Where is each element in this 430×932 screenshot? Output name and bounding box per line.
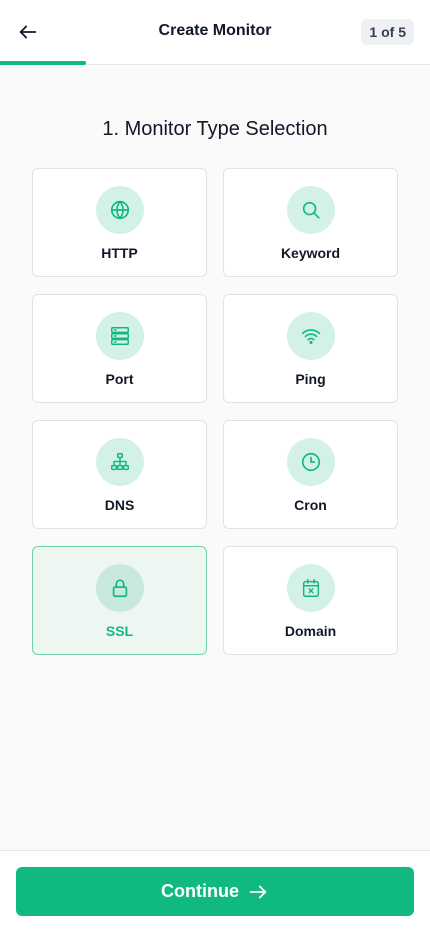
clock-icon bbox=[301, 452, 320, 472]
monitor-type-label: HTTP bbox=[101, 245, 138, 261]
header: Create Monitor 1 of 5 bbox=[0, 0, 430, 65]
monitor-type-dns[interactable]: DNS bbox=[32, 420, 207, 529]
network-icon bbox=[110, 453, 129, 471]
monitor-type-label: Cron bbox=[294, 497, 327, 513]
footer: Continue bbox=[0, 850, 430, 932]
lock-icon bbox=[112, 579, 127, 598]
calendar-x-icon bbox=[302, 579, 319, 597]
monitor-type-keyword[interactable]: Keyword bbox=[223, 168, 398, 277]
monitor-type-domain[interactable]: Domain bbox=[223, 546, 398, 655]
monitor-type-label: Ping bbox=[295, 371, 326, 387]
monitor-type-ping[interactable]: Ping bbox=[223, 294, 398, 403]
monitor-type-label: Keyword bbox=[280, 245, 341, 261]
monitor-type-label: SSL bbox=[105, 623, 134, 639]
monitor-type-label: DNS bbox=[104, 497, 135, 513]
continue-button-label: Continue bbox=[161, 881, 239, 901]
wifi-icon bbox=[301, 329, 320, 344]
monitor-type-label: Port bbox=[105, 371, 134, 387]
progress-bar bbox=[0, 61, 430, 65]
monitor-type-label: Domain bbox=[284, 623, 337, 639]
server-icon bbox=[110, 327, 129, 345]
monitor-type-port[interactable]: Port bbox=[32, 294, 207, 403]
monitor-type-grid: HTTP Keyword Port Ping DNS Cron SSL Doma… bbox=[32, 168, 398, 655]
monitor-type-http[interactable]: HTTP bbox=[32, 168, 207, 277]
monitor-type-cron[interactable]: Cron bbox=[223, 420, 398, 529]
search-icon bbox=[302, 201, 320, 219]
monitor-type-ssl[interactable]: SSL bbox=[32, 546, 207, 655]
globe-icon bbox=[110, 200, 129, 220]
step-badge: 1 of 5 bbox=[361, 19, 414, 45]
continue-button[interactable]: Continue bbox=[16, 867, 414, 916]
progress-fill bbox=[0, 61, 86, 65]
section-title: 1. Monitor Type Selection bbox=[102, 118, 328, 140]
arrow-right-icon bbox=[249, 885, 267, 898]
